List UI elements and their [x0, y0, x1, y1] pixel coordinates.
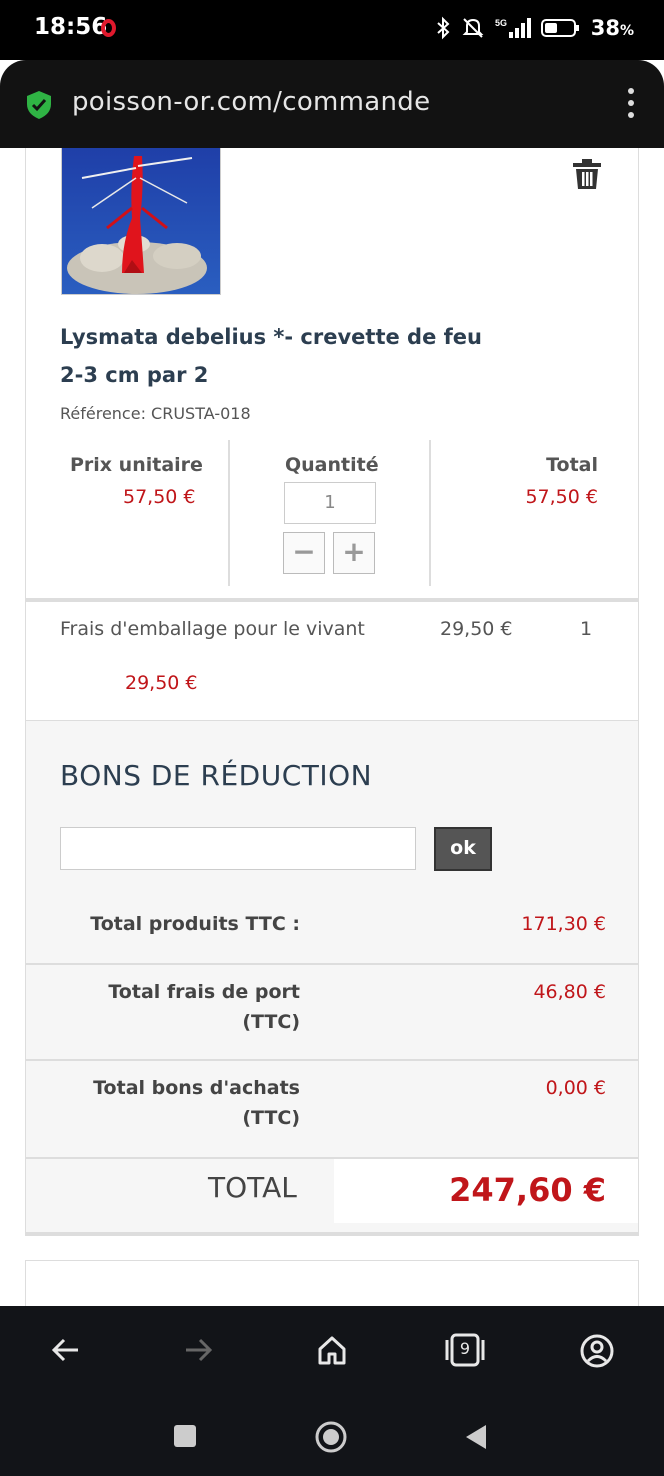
- cart-item-card: Lysmata debelius *- crevette de feu 2-3 …: [25, 148, 639, 600]
- vouchers-total-value: 0,00 €: [545, 1077, 606, 1099]
- battery-level: 38%: [590, 16, 634, 40]
- recent-apps-button[interactable]: [174, 1425, 196, 1447]
- back-arrow-icon[interactable]: [50, 1334, 82, 1366]
- shipping-total-value: 46,80 €: [533, 981, 606, 1003]
- apply-coupon-button[interactable]: ok: [434, 827, 492, 871]
- trash-icon[interactable]: [572, 158, 602, 190]
- decrease-quantity-button[interactable]: −: [283, 532, 325, 574]
- forward-arrow-icon[interactable]: [182, 1334, 214, 1366]
- grand-total-box: 247,60 €: [334, 1159, 638, 1223]
- home-circle-icon[interactable]: [314, 1420, 348, 1454]
- grand-total-label: TOTAL: [208, 1171, 297, 1204]
- bluetooth-icon: [437, 16, 450, 40]
- battery-icon: [540, 19, 579, 37]
- product-name[interactable]: Lysmata debelius *- crevette de feu 2-3 …: [60, 318, 500, 394]
- status-bar: 18:56 5G 38%: [0, 0, 664, 60]
- coupons-title: BONS DE RÉDUCTION: [60, 759, 373, 792]
- shipping-total-label: Total frais de port (TTC): [108, 981, 300, 1033]
- products-total-value: 171,30 €: [521, 913, 606, 935]
- line-total-value: 57,50 €: [525, 486, 598, 508]
- url-field[interactable]: poisson-or.com/commande: [72, 87, 430, 117]
- mute-icon: [462, 18, 484, 38]
- products-total-label: Total produits TTC :: [90, 913, 300, 935]
- browser-toolbar: poisson-or.com/commande: [0, 60, 664, 148]
- column-separator: [228, 440, 230, 586]
- grand-total-value: 247,60 €: [449, 1171, 606, 1209]
- summary-bottom-border: [25, 1232, 639, 1236]
- fee-amount: 29,50 €: [440, 618, 513, 640]
- column-separator: [429, 440, 431, 586]
- vouchers-total-label: Total bons d'achats (TTC): [93, 1077, 300, 1129]
- status-icons: 5G 38%: [435, 16, 634, 40]
- total-header: Total: [546, 454, 598, 476]
- page-content: Lysmata debelius *- crevette de feu 2-3 …: [0, 148, 664, 1306]
- unit-price-value: 57,50 €: [123, 486, 196, 508]
- vouchers-total-row: Total bons d'achats (TTC) 0,00 €: [26, 1059, 638, 1157]
- svg-text:5G: 5G: [495, 18, 507, 28]
- unit-price-header: Prix unitaire: [70, 454, 203, 476]
- coupon-input[interactable]: [60, 827, 416, 870]
- quantity-input[interactable]: 1: [284, 482, 376, 524]
- next-section-card: [25, 1260, 639, 1306]
- signal-icon: 5G: [495, 18, 531, 38]
- status-time: 18:56: [34, 14, 108, 40]
- browser-nav-bar: 9: [0, 1306, 664, 1402]
- fee-total: 29,50 €: [125, 672, 198, 694]
- fee-label: Frais d'emballage pour le vivant: [60, 618, 365, 640]
- home-icon[interactable]: [316, 1334, 348, 1366]
- shipping-total-row: Total frais de port (TTC) 46,80 €: [26, 963, 638, 1059]
- system-nav-bar: [0, 1402, 664, 1476]
- increase-quantity-button[interactable]: +: [333, 532, 375, 574]
- fee-quantity: 1: [580, 618, 593, 640]
- packaging-fee-row: Frais d'emballage pour le vivant 29,50 €…: [25, 602, 639, 720]
- grand-total-row: TOTAL 247,60 €: [26, 1157, 638, 1235]
- tabs-count: 9: [459, 1339, 471, 1358]
- browser-menu-icon[interactable]: [628, 88, 634, 124]
- secure-shield-icon: [27, 91, 51, 119]
- back-triangle-icon[interactable]: [464, 1423, 488, 1451]
- order-summary: BONS DE RÉDUCTION ok Total produits TTC …: [25, 720, 639, 1234]
- quantity-header: Quantité: [285, 454, 379, 476]
- product-image[interactable]: [61, 148, 221, 295]
- tabs-button[interactable]: 9: [444, 1332, 486, 1368]
- account-icon[interactable]: [580, 1334, 614, 1368]
- opera-icon: [101, 19, 116, 37]
- product-reference: Référence: CRUSTA-018: [60, 404, 251, 423]
